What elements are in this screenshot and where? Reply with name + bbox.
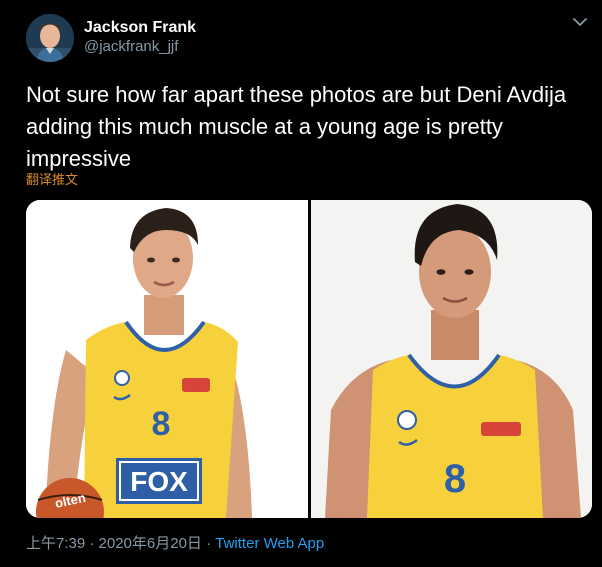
- tweet: Jackson Frank @jackfrank_jjf Not sure ho…: [0, 0, 602, 567]
- tweet-media[interactable]: 8 FOX olten 8: [26, 200, 592, 518]
- author-handle[interactable]: @jackfrank_jjf: [84, 38, 178, 56]
- source-link[interactable]: Twitter Web App: [215, 535, 324, 552]
- translate-tweet-link[interactable]: 翻译推文: [26, 172, 78, 188]
- tweet-meta: 上午7:39 · 2020年6月20日 · Twitter Web App: [26, 535, 324, 553]
- left-sponsor-text: FOX: [130, 466, 188, 497]
- meta-separator: ·: [201, 535, 216, 552]
- avatar[interactable]: [26, 14, 74, 62]
- avatar-image: [26, 14, 74, 62]
- caret-down-icon[interactable]: [570, 14, 590, 30]
- photo-left[interactable]: 8 FOX olten: [26, 200, 308, 518]
- photo-right[interactable]: 8: [311, 200, 592, 518]
- timestamp[interactable]: 上午7:39 · 2020年6月20日: [26, 535, 202, 552]
- tweet-text: Not sure how far apart these photos are …: [26, 82, 567, 171]
- right-jersey-number: 8: [444, 457, 466, 501]
- left-jersey-number: 8: [152, 405, 171, 443]
- author-name[interactable]: Jackson Frank: [84, 18, 196, 38]
